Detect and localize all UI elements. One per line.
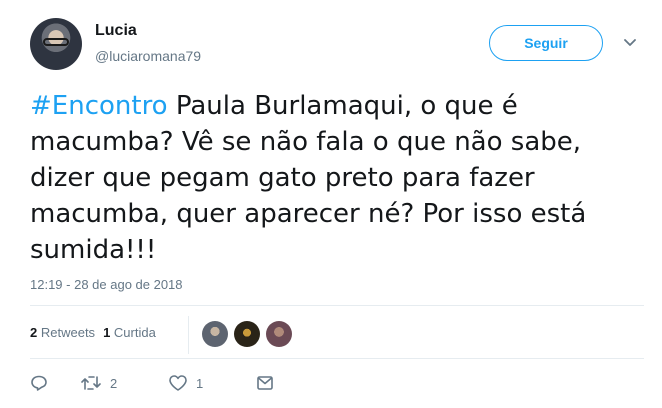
message-action[interactable]: [256, 375, 274, 391]
liker-avatars: [202, 321, 292, 347]
liker-avatar[interactable]: [234, 321, 260, 347]
retweet-icon: [81, 376, 101, 390]
retweets-stat[interactable]: 2 Retweets: [30, 325, 95, 340]
liker-avatar[interactable]: [266, 321, 292, 347]
divider: [30, 358, 644, 359]
likes-count: 1: [103, 325, 111, 340]
tweet-timestamp[interactable]: 12:19 - 28 de ago de 2018: [30, 277, 183, 292]
message-icon: [257, 376, 273, 390]
chevron-down-icon[interactable]: [622, 34, 638, 50]
retweets-label: Retweets: [40, 325, 96, 340]
like-count: 1: [196, 375, 204, 391]
liker-avatar[interactable]: [202, 321, 228, 347]
reply-action[interactable]: [30, 374, 80, 392]
retweet-count: 2: [110, 375, 118, 391]
heart-icon: [169, 375, 187, 391]
likes-label: Curtida: [113, 325, 156, 340]
tweet-actions: 2 1: [30, 374, 274, 392]
retweet-action[interactable]: 2: [80, 374, 168, 392]
engagement-stats: 2 Retweets 1 Curtida: [30, 325, 156, 340]
likes-stat[interactable]: 1 Curtida: [103, 325, 156, 340]
tweet-text: #Encontro Paula Burlamaqui, o que é macu…: [30, 88, 630, 268]
hashtag-link[interactable]: #Encontro: [30, 91, 168, 121]
follow-button[interactable]: Seguir: [489, 25, 603, 61]
author-name[interactable]: Lucia: [95, 22, 137, 40]
author-handle[interactable]: @luciaromana79: [95, 48, 201, 64]
divider: [30, 305, 644, 306]
like-action[interactable]: 1: [168, 374, 256, 392]
glasses-decoration: [43, 38, 69, 46]
retweets-count: 2: [30, 325, 38, 340]
author-avatar[interactable]: [30, 18, 82, 70]
stats-separator: [188, 316, 189, 354]
reply-icon: [31, 375, 47, 391]
